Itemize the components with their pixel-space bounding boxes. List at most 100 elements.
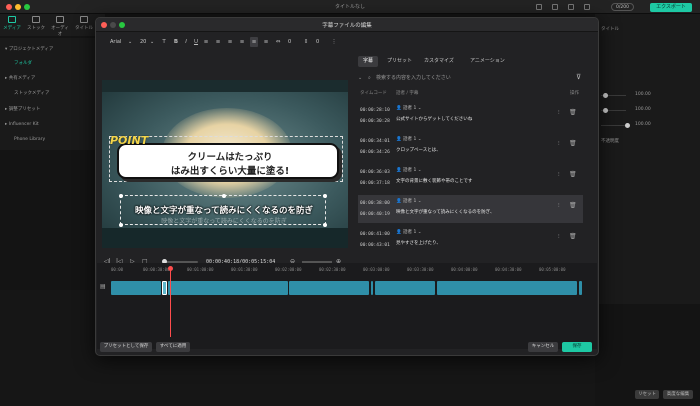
slider-thumb[interactable] (625, 123, 630, 128)
reset-button[interactable]: リセット (635, 390, 659, 399)
sidebar-item-phone-library[interactable]: Phone Library (14, 137, 45, 142)
line-spacing-value[interactable]: 0 (316, 37, 319, 47)
search-input[interactable]: 検索する内容を入力してください (376, 73, 451, 84)
slider-thumb[interactable] (603, 93, 608, 98)
export-button[interactable]: エクスポート (650, 3, 692, 12)
trash-icon[interactable]: 🗑 (569, 140, 577, 147)
save-button[interactable]: 保存 (562, 342, 592, 352)
align-right-icon[interactable]: ≡ (262, 37, 270, 47)
playhead-handle[interactable] (168, 266, 173, 271)
dialog-title: 字幕ファイルの編集 (322, 23, 372, 29)
chevron-down-icon[interactable]: ⌄ (150, 37, 154, 47)
trash-icon[interactable]: 🗑 (569, 171, 577, 178)
subtitle-overlay[interactable]: 映像と文字が重なって読みにくくなるのを防ぎ 映像と文字が重なって読みにくくなるの… (119, 194, 327, 227)
cloud-icon[interactable] (584, 4, 590, 10)
split-icon[interactable]: ⫶ (558, 109, 560, 117)
resize-handle[interactable] (222, 194, 226, 198)
subtitle-clip-selected[interactable] (162, 281, 167, 295)
sidebar-item-adjust-presets[interactable]: ▸ 調整プリセット (5, 106, 40, 112)
split-icon[interactable]: ⫶ (558, 171, 560, 179)
save-as-preset-button[interactable]: プリセットとして保存 (100, 342, 152, 352)
font-select[interactable]: Arial (110, 37, 121, 47)
sidebar-item-influencer-kit[interactable]: ▸ Influencer Kit (5, 122, 39, 127)
sidebar-item-folder[interactable]: フォルダ (14, 60, 32, 66)
split-icon[interactable]: ⫶ (558, 233, 560, 241)
subtitle-clip[interactable] (168, 281, 288, 295)
align-center-icon[interactable]: ≡ (250, 37, 258, 47)
scale-value[interactable]: 100.00 (635, 92, 651, 97)
chevron-down-icon[interactable]: ⌄ (128, 37, 132, 47)
font-size-select[interactable]: 20 (140, 37, 146, 47)
row-text[interactable]: クロップベースとは、 (396, 147, 441, 153)
tab-media[interactable]: メディア (2, 16, 22, 31)
tab-customize[interactable]: カスタマイズ (419, 56, 459, 67)
sidebar-item-project-media[interactable]: ▾ プロジェクトメディア (5, 46, 53, 52)
sidebar-item-stock-media[interactable]: ストックメディア (14, 90, 50, 96)
row-text[interactable]: 公式サイトからゲットしてくださいね (396, 116, 472, 122)
cancel-button[interactable]: キャンセル (528, 342, 558, 352)
scale-value[interactable]: 100.00 (635, 122, 651, 127)
subtitle-row[interactable]: 00:00:41:00 00:00:43:01 👤 話者 1 ⌄ 見やすさを上げ… (358, 226, 583, 254)
scale-value[interactable]: 100.00 (635, 107, 651, 112)
subtitle-row[interactable]: 00:00:28:10 00:00:30:28 👤 話者 1 ⌄ 公式サイトから… (358, 102, 583, 130)
resize-handle[interactable] (119, 194, 123, 198)
subtitle-row-selected[interactable]: 00:00:38:00 00:00:40:19 👤 話者 1 ⌄ 映像と文字が重… (358, 195, 583, 223)
row-speaker[interactable]: 👤 話者 1 ⌄ (396, 136, 422, 142)
tab-subtitles[interactable]: 字幕 (358, 56, 379, 67)
chevron-down-icon[interactable]: ⌄ (358, 73, 362, 84)
subtitle-clip[interactable] (289, 281, 369, 295)
tab-title[interactable]: タイトル (74, 16, 94, 31)
slider-thumb[interactable] (603, 108, 608, 113)
row-text[interactable]: 映像と文字が重なって読みにくくなるのを防ぎ、 (396, 209, 494, 215)
tab-audio[interactable]: オーディオ (50, 16, 70, 37)
subtitle-clip[interactable] (375, 281, 435, 295)
slider-track[interactable] (601, 125, 626, 126)
letter-spacing-icon[interactable]: ⇔ (274, 37, 282, 47)
apply-all-button[interactable]: すべてに適用 (156, 342, 190, 352)
bell-icon[interactable] (552, 4, 558, 10)
trash-icon[interactable]: 🗑 (569, 109, 577, 116)
subtitle-clip[interactable] (371, 281, 373, 295)
split-icon[interactable]: ⫶ (558, 140, 560, 148)
row-text[interactable]: 文字の背景に敷く装飾や帯のことです (396, 178, 472, 184)
text-color-icon[interactable]: T (160, 37, 168, 47)
underline-icon[interactable]: U (192, 37, 200, 47)
advanced-edit-button[interactable]: 高度な編集 (663, 390, 693, 399)
sidebar-item-shared-media[interactable]: ▸ 共有メディア (5, 75, 35, 81)
monitor-icon[interactable] (536, 4, 542, 10)
more-icon[interactable]: ⋮ (330, 37, 338, 47)
align-left-icon[interactable]: ≡ (214, 37, 222, 47)
subtitle-clip[interactable] (437, 281, 577, 295)
subtitle-search[interactable]: ⌄ ⌕ 検索する内容を入力してください (358, 73, 573, 84)
row-speaker[interactable]: 👤 話者 1 ⌄ (396, 167, 422, 173)
tab-stock[interactable]: ストック (26, 16, 46, 31)
align-justify-icon[interactable]: ≡ (226, 37, 234, 47)
subtitle-row[interactable]: 00:00:36:03 00:00:37:18 👤 話者 1 ⌄ 文字の背景に敷… (358, 164, 583, 192)
row-text[interactable]: 見やすさを上げたり、 (396, 240, 441, 246)
video-preview[interactable]: クリームはたっぷり はみ出すくらい大量に塗る! POINT 映像と文字が重なって… (102, 80, 348, 248)
align-left-icon[interactable]: ≡ (238, 37, 246, 47)
subtitle-timeline[interactable]: 00:00 00:00:30:00 00:01:00:00 00:01:30:0… (97, 263, 597, 349)
timeline-playhead[interactable] (170, 267, 171, 337)
row-speaker[interactable]: 👤 話者 1 ⌄ (396, 229, 422, 235)
resize-handle[interactable] (323, 194, 327, 198)
bold-icon[interactable]: B (172, 37, 180, 47)
subtitle-clip[interactable] (111, 281, 161, 295)
row-speaker[interactable]: 👤 話者 1 ⌄ (396, 105, 422, 111)
trash-icon[interactable]: 🗑 (569, 233, 577, 240)
italic-icon[interactable]: I (182, 37, 190, 47)
title-overlay[interactable]: クリームはたっぷり はみ出すくらい大量に塗る! POINT (109, 134, 343, 182)
line-spacing-icon[interactable]: ⇕ (302, 37, 310, 47)
split-icon[interactable]: ⫶ (558, 202, 560, 210)
credit-badge[interactable]: 0/200 (611, 3, 634, 11)
letter-spacing-value[interactable]: 0 (288, 37, 291, 47)
tab-presets[interactable]: プリセット (382, 56, 417, 67)
subtitle-clip[interactable] (579, 281, 582, 295)
strikethrough-icon[interactable]: ≡ (202, 37, 210, 47)
user-icon[interactable] (568, 4, 574, 10)
filter-icon[interactable]: ⊽ (576, 73, 581, 81)
row-speaker[interactable]: 👤 話者 1 ⌄ (396, 198, 422, 204)
tab-animation[interactable]: アニメーション (465, 56, 510, 67)
trash-icon[interactable]: 🗑 (569, 202, 577, 209)
subtitle-row[interactable]: 00:00:34:01 00:00:34:26 👤 話者 1 ⌄ クロップベース… (358, 133, 583, 161)
